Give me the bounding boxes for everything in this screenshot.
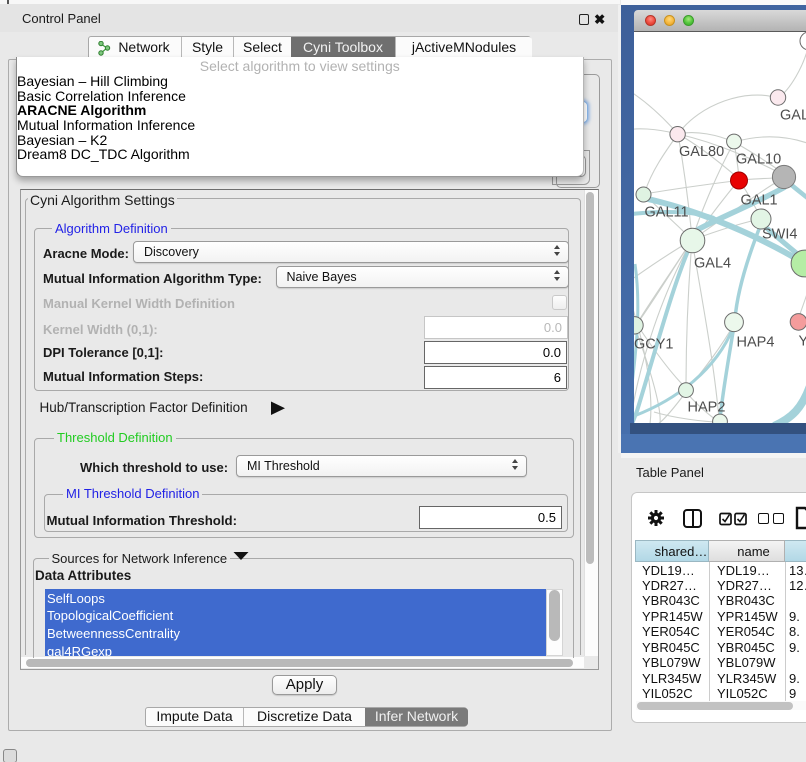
svg-text:GAL7: GAL7 (780, 107, 806, 123)
svg-text:Y: Y (799, 333, 806, 349)
svg-text:GAL80: GAL80 (679, 144, 724, 160)
svg-text:GAL4: GAL4 (694, 255, 731, 271)
svg-text:HAP4: HAP4 (737, 334, 775, 350)
svg-text:SWI4: SWI4 (762, 226, 797, 242)
svg-text:GAL1: GAL1 (741, 192, 778, 208)
svg-text:HAP2: HAP2 (688, 399, 726, 415)
svg-text:GAL11: GAL11 (645, 204, 689, 220)
svg-text:GCY1: GCY1 (634, 336, 674, 352)
svg-text:GAL10: GAL10 (736, 151, 781, 167)
